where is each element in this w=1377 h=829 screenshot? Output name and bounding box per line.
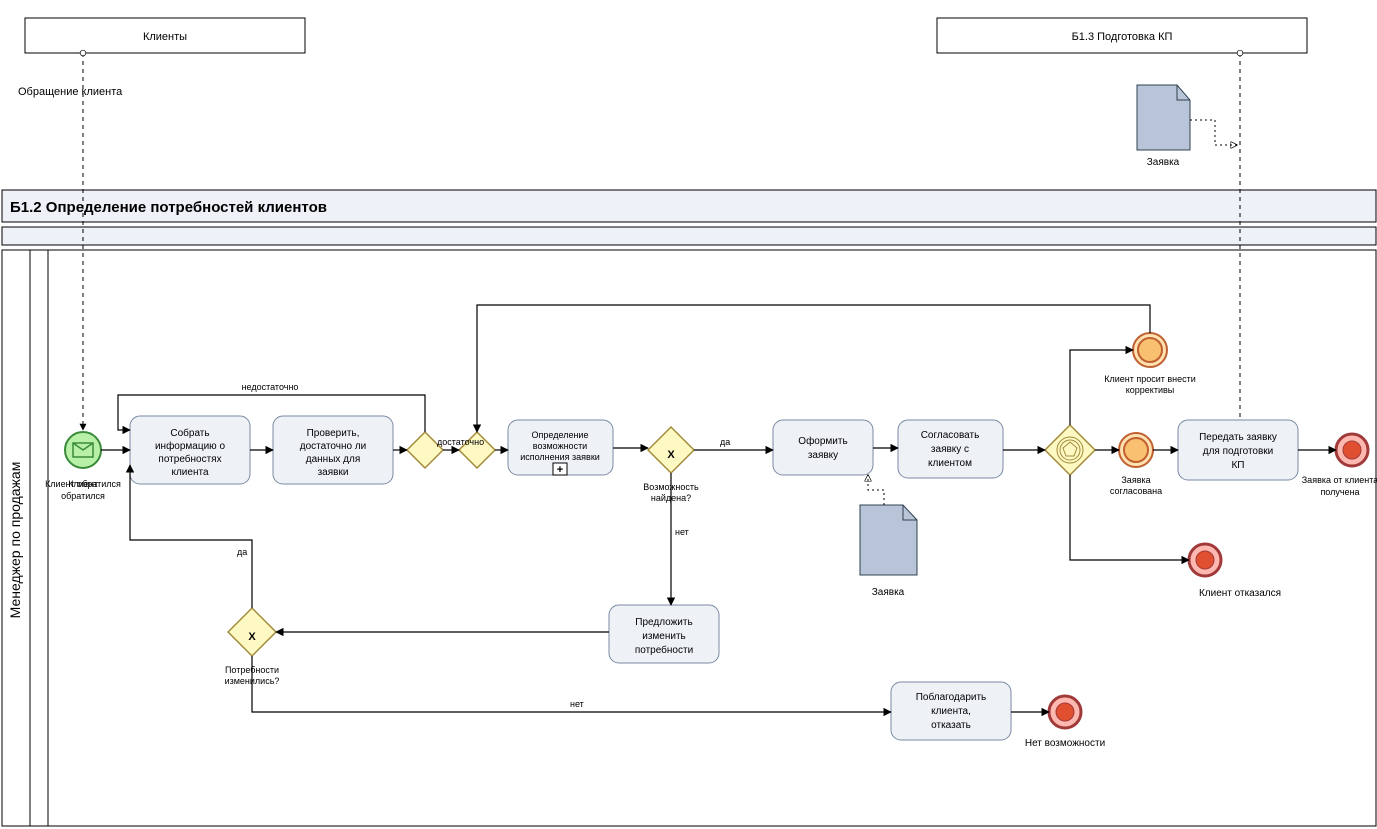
svg-text:получена: получена xyxy=(1320,487,1359,497)
pool-main-subband xyxy=(2,227,1376,245)
svg-text:клиента: клиента xyxy=(171,467,208,478)
svg-text:Нет возможности: Нет возможности xyxy=(1025,738,1105,749)
pool-clients-label: Клиенты xyxy=(143,31,187,43)
svg-text:потребностях: потребностях xyxy=(158,453,221,465)
pool-kp-label: Б1.3 Подготовка КП xyxy=(1072,31,1173,43)
svg-text:+: + xyxy=(557,464,563,476)
svg-text:Заявка от клиента: Заявка от клиента xyxy=(1302,475,1377,485)
pool-main-title: Б1.2 Определение потребностей клиентов xyxy=(10,199,327,216)
svg-text:Согласовать: Согласовать xyxy=(921,430,980,441)
svg-text:Собрать: Собрать xyxy=(170,427,209,439)
svg-text:Клиент: Клиент xyxy=(68,479,98,489)
svg-text:достаточно: достаточно xyxy=(437,437,484,447)
svg-text:Клиент просит внести: Клиент просит внести xyxy=(1104,374,1196,384)
svg-text:нет: нет xyxy=(675,527,689,537)
lane-title-label: Менеджер по продажам xyxy=(7,462,23,619)
svg-text:исполнения заявки: исполнения заявки xyxy=(520,452,600,462)
svg-text:Заявка: Заявка xyxy=(872,587,905,598)
svg-text:Передать заявку: Передать заявку xyxy=(1199,432,1277,443)
svg-text:отказать: отказать xyxy=(931,720,971,731)
svg-text:заявки: заявки xyxy=(318,467,349,478)
svg-text:потребности: потребности xyxy=(635,644,693,656)
svg-text:Оформить: Оформить xyxy=(798,435,847,447)
svg-text:Заявка: Заявка xyxy=(1121,475,1150,485)
svg-text:нет: нет xyxy=(570,699,584,709)
svg-text:КП: КП xyxy=(1231,460,1244,471)
svg-text:да: да xyxy=(237,547,247,557)
svg-text:достаточно ли: достаточно ли xyxy=(300,441,367,452)
svg-text:X: X xyxy=(667,449,675,461)
svg-text:Проверить,: Проверить, xyxy=(307,428,360,439)
svg-text:заявку с: заявку с xyxy=(931,444,969,455)
svg-text:Поблагодарить: Поблагодарить xyxy=(916,691,987,703)
svg-text:данных для: данных для xyxy=(306,454,361,465)
svg-text:изменить: изменить xyxy=(642,631,686,642)
svg-text:клиентом: клиентом xyxy=(928,458,972,469)
svg-text:да: да xyxy=(720,437,730,447)
svg-text:Определение: Определение xyxy=(532,430,589,440)
msg-label-client-request: Обращение клиента xyxy=(18,86,123,98)
svg-text:для подготовки: для подготовки xyxy=(1203,446,1274,457)
svg-text:недостаточно: недостаточно xyxy=(242,382,299,392)
task-check: Проверить, достаточно ли данных для заяв… xyxy=(273,416,393,484)
svg-text:возможности: возможности xyxy=(533,441,587,451)
svg-text:коррективы: коррективы xyxy=(1126,385,1175,395)
svg-text:информацию о: информацию о xyxy=(155,440,225,452)
task-collect: Собрать информацию о потребностях клиент… xyxy=(130,416,250,484)
task-transfer: Передать заявку для подготовки КП Переда… xyxy=(1178,420,1298,480)
svg-text:обратился: обратился xyxy=(61,491,105,501)
lane-container xyxy=(2,250,1376,826)
svg-text:X: X xyxy=(248,631,256,643)
doc-top-label: Заявка xyxy=(1147,157,1180,168)
svg-text:заявку: заявку xyxy=(808,450,838,461)
svg-text:Клиент отказался: Клиент отказался xyxy=(1199,588,1281,599)
svg-text:согласована: согласована xyxy=(1110,486,1162,496)
svg-text:клиента,: клиента, xyxy=(931,706,971,717)
task-thank: Поблагодарить клиента, отказать Поблагод… xyxy=(891,682,1011,740)
task-agree: Согласовать заявку с клиентом Согласоват… xyxy=(898,420,1003,478)
doc-top: Заявка xyxy=(1137,85,1237,168)
task-form: Оформить заявку Оформить заявку xyxy=(773,420,873,475)
svg-text:Предложить: Предложить xyxy=(635,617,692,628)
task-propose: Предложить изменить потребности Предложи… xyxy=(609,605,719,663)
subprocess-determine: Определение возможности исполнения заявк… xyxy=(508,420,613,476)
